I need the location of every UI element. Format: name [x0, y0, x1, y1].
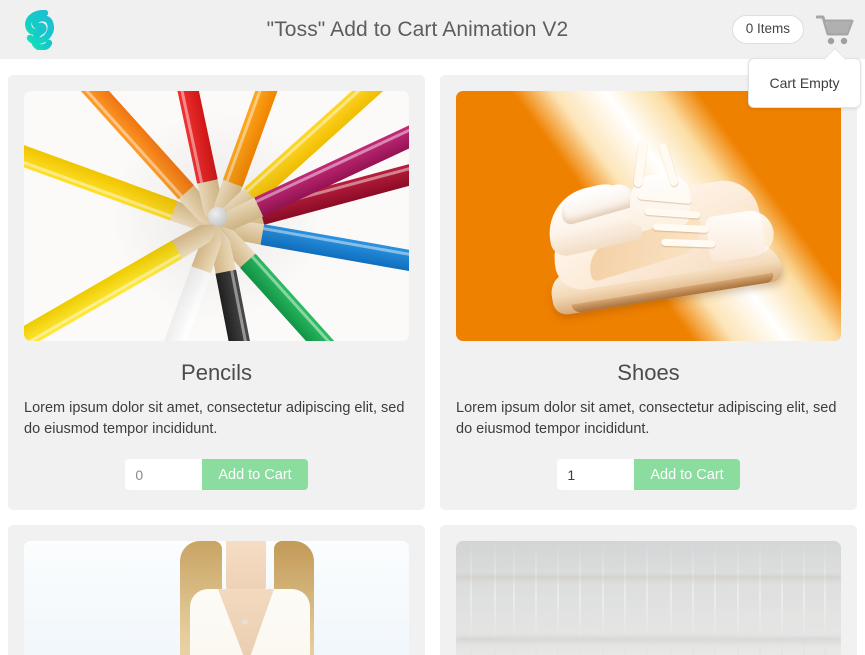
product-card[interactable]: Pencils Lorem ipsum dolor sit amet, cons…	[8, 75, 425, 511]
add-to-cart-button[interactable]: Add to Cart	[202, 459, 308, 491]
fabric-art	[456, 541, 841, 655]
white-sneaker-photo	[456, 91, 841, 341]
shopping-cart-icon[interactable]	[813, 8, 859, 52]
sneaker-shape	[528, 109, 789, 328]
cart-items-badge[interactable]: 0 Items	[731, 15, 804, 44]
product-grid-page: Pencils Lorem ipsum dolor sit amet, cons…	[0, 59, 865, 655]
shopping-cart-glyph	[816, 15, 854, 44]
sneaker-art	[456, 91, 841, 341]
product-actions: Add to Cart	[456, 459, 841, 491]
product-actions: Add to Cart	[24, 459, 409, 491]
product-card[interactable]: Add to Cart	[440, 525, 857, 655]
quantity-input[interactable]	[557, 459, 635, 491]
product-card[interactable]: Shoes Lorem ipsum dolor sit amet, consec…	[440, 75, 857, 511]
product-description: Lorem ipsum dolor sit amet, consectetur …	[24, 400, 405, 437]
add-to-cart-button[interactable]: Add to Cart	[634, 459, 740, 491]
cart-tooltip: Cart Empty	[748, 58, 861, 108]
product-card[interactable]: Add to Cart	[8, 525, 425, 655]
product-title: Pencils	[181, 360, 252, 385]
blouse-art	[24, 541, 409, 655]
white-fabric-photo	[456, 541, 841, 655]
brand-logo-icon	[25, 9, 54, 50]
app-header: "Toss" Add to Cart Animation V2 0 Items …	[0, 0, 865, 108]
floral-blouse-photo	[24, 541, 409, 655]
product-title: Shoes	[617, 360, 680, 385]
product-description: Lorem ipsum dolor sit amet, consectetur …	[456, 400, 837, 437]
pencils-art	[24, 91, 409, 341]
quantity-input[interactable]	[125, 459, 203, 491]
cart-area: 0 Items	[731, 0, 859, 59]
colored-pencils-photo	[24, 91, 409, 341]
brand-logo[interactable]	[0, 0, 80, 59]
cart-tooltip-text: Cart Empty	[769, 75, 840, 91]
product-grid: Pencils Lorem ipsum dolor sit amet, cons…	[8, 75, 857, 655]
